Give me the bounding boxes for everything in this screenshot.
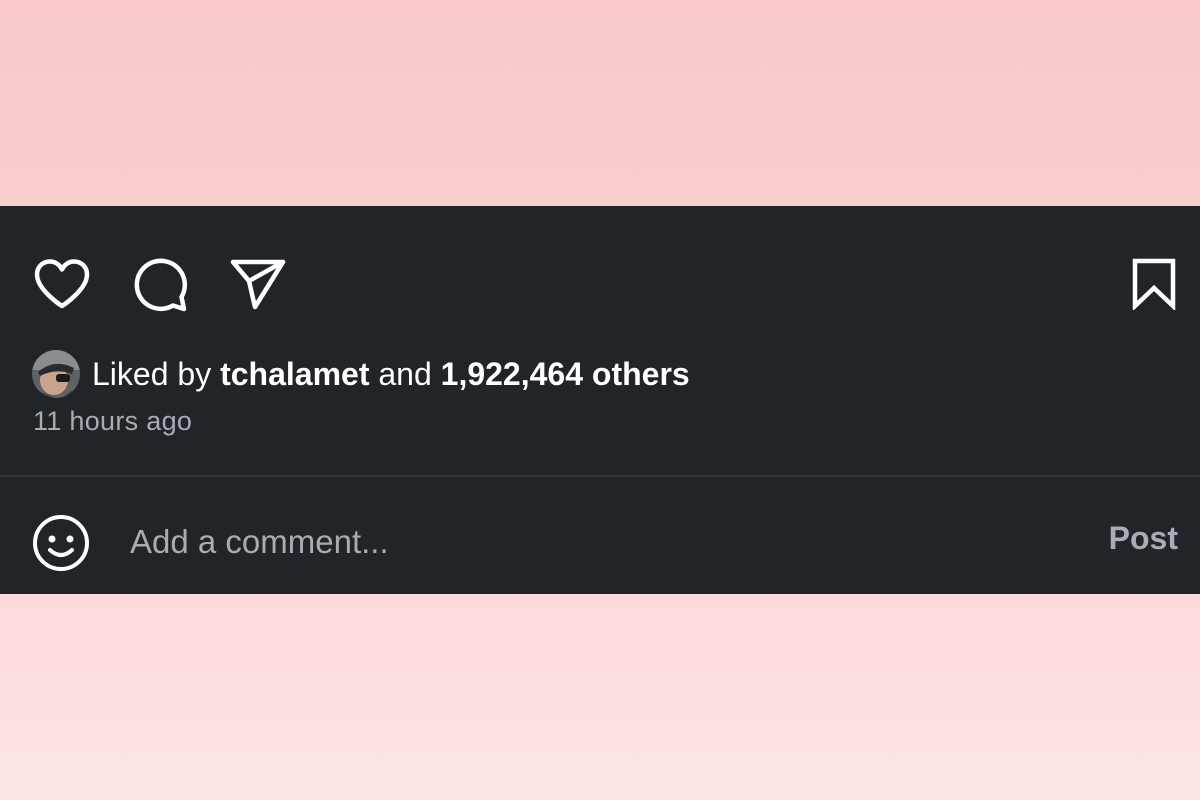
divider: [0, 475, 1200, 477]
comment-button[interactable]: [130, 254, 190, 314]
like-button[interactable]: [32, 254, 92, 314]
share-button[interactable]: [228, 254, 288, 314]
liked-prefix: Liked by: [92, 355, 212, 392]
liked-by-row: Liked by tchalamet and 1,922,464 others: [32, 349, 690, 399]
comment-bar: Post: [0, 506, 1200, 578]
post-timestamp[interactable]: 11 hours ago: [33, 406, 192, 437]
bookmark-button[interactable]: [1124, 254, 1184, 314]
smiley-icon: [33, 515, 89, 571]
post-button[interactable]: Post: [1109, 520, 1178, 557]
action-bar: [0, 254, 1200, 314]
post-footer-panel: Liked by tchalamet and 1,922,464 others …: [0, 206, 1200, 594]
heart-icon: [34, 259, 90, 309]
comment-icon: [134, 258, 188, 312]
comment-input[interactable]: [130, 516, 1010, 568]
liked-count-link[interactable]: 1,922,464 others: [441, 356, 690, 392]
emoji-button[interactable]: [30, 512, 92, 574]
liked-user-link[interactable]: tchalamet: [220, 356, 369, 392]
share-icon: [230, 259, 286, 310]
liked-by-text: Liked by tchalamet and 1,922,464 others: [92, 356, 690, 393]
liked-connector: and: [378, 355, 432, 392]
avatar[interactable]: [32, 350, 80, 398]
bookmark-icon: [1132, 258, 1176, 310]
